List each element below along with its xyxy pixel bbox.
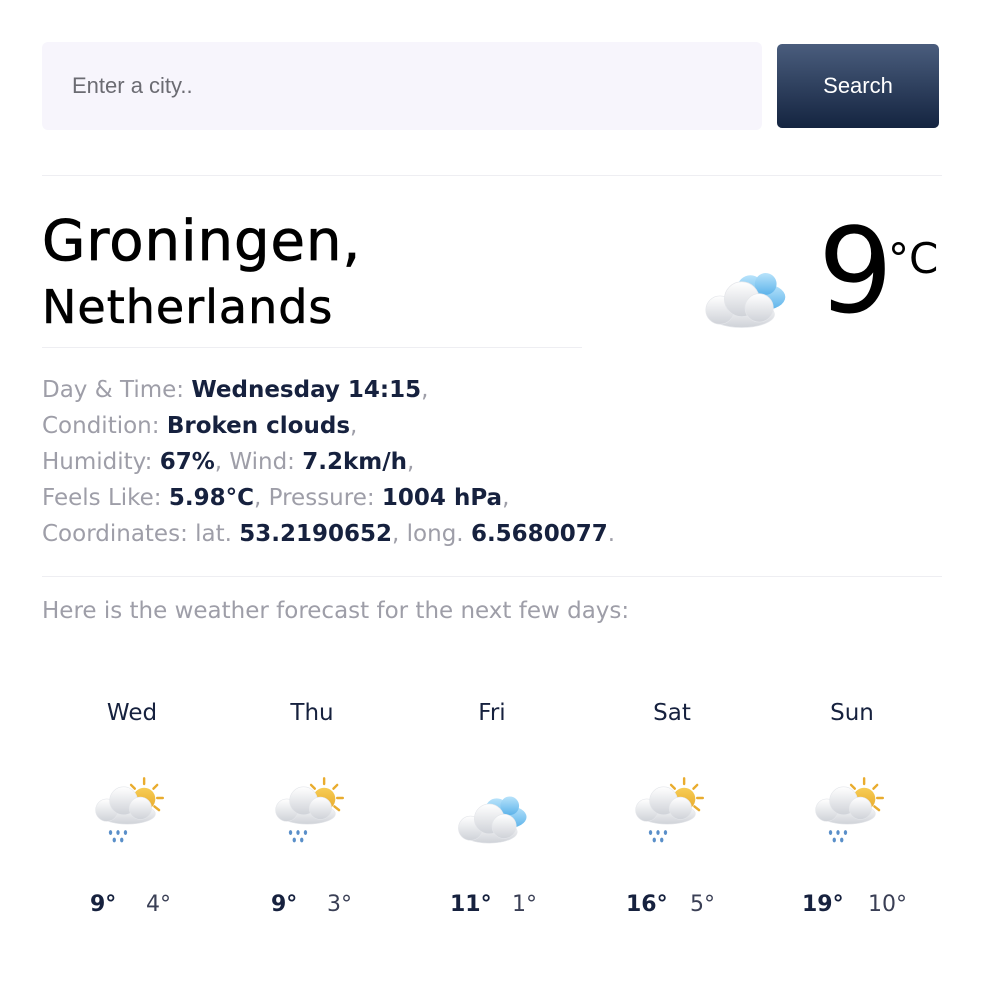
detail-coordinates: Coordinates: lat. 53.2190652, long. 6.56… <box>42 521 616 547</box>
day-name: Fri <box>478 700 506 726</box>
day-name: Thu <box>290 700 334 726</box>
sun-cloud-rain-icon <box>814 777 885 844</box>
feels-like-value: 5.98°C <box>168 485 255 511</box>
forecast-day: Fri 11° 1° <box>402 700 582 940</box>
forecast-day: Sun 19° 10° <box>762 700 942 940</box>
location-title: Groningen, Netherlands <box>42 209 602 334</box>
sun-cloud-rain-icon <box>94 777 165 844</box>
high-temp: 19° <box>802 892 844 917</box>
country-name: Netherlands <box>42 280 334 334</box>
low-temp: 4° <box>146 892 171 917</box>
sun-cloud-rain-icon <box>274 777 345 844</box>
label: Pressure: <box>268 485 375 511</box>
forecast-day: Thu 9° 3° <box>222 700 402 940</box>
weather-details: Day & Time: Wednesday 14:15, Condition: … <box>42 372 615 552</box>
search-button[interactable]: Search <box>777 44 939 128</box>
high-temp: 9° <box>90 892 117 917</box>
broken-clouds-icon <box>458 796 527 844</box>
condition-value: Broken clouds <box>166 413 351 439</box>
broken-clouds-icon <box>705 272 786 328</box>
label: long. <box>406 521 464 547</box>
detail-feels-pressure: Feels Like: 5.98°C, Pressure: 1004 hPa, <box>42 485 510 511</box>
detail-day-time: Day & Time: Wednesday 14:15, <box>42 377 429 403</box>
city-name: Groningen, <box>42 209 362 274</box>
high-temp: 11° <box>450 892 492 917</box>
low-temp: 1° <box>512 892 537 917</box>
label: Feels Like: <box>42 485 162 511</box>
label: Day & Time: <box>42 377 185 403</box>
divider <box>42 347 582 348</box>
latitude-value: 53.2190652 <box>239 521 393 547</box>
wind-value: 7.2km/h <box>302 449 408 475</box>
label: Humidity: <box>42 449 153 475</box>
day-name: Wed <box>106 700 158 726</box>
detail-condition: Condition: Broken clouds, <box>42 413 358 439</box>
low-temp: 5° <box>690 892 715 917</box>
label: Condition: <box>42 413 160 439</box>
temperature-unit: °C <box>888 234 939 283</box>
low-temp: 3° <box>327 892 352 917</box>
forecast-day: Sat 16° 5° <box>582 700 762 940</box>
forecast-day: Wed 9° 4° <box>42 700 222 940</box>
detail-humidity-wind: Humidity: 67%, Wind: 7.2km/h, <box>42 449 415 475</box>
divider <box>42 175 942 176</box>
sun-cloud-rain-icon <box>634 777 705 844</box>
day-name: Sun <box>830 700 874 726</box>
day-name: Sat <box>653 700 691 726</box>
weather-card: Search Groningen, Netherlands 9 °C Day &… <box>0 0 984 1004</box>
label: Coordinates: lat. <box>42 521 232 547</box>
pressure-value: 1004 hPa <box>381 485 503 511</box>
longitude-value: 6.5680077 <box>470 521 608 547</box>
divider <box>42 576 942 577</box>
high-temp: 16° <box>626 892 668 917</box>
forecast-list: Wed 9° 4° Thu 9° 3° Fri 11° 1° Sat 16° 5… <box>42 700 942 940</box>
humidity-value: 67% <box>159 449 215 475</box>
label: Wind: <box>229 449 295 475</box>
search-bar: Search <box>42 42 940 130</box>
current-temperature: 9 <box>818 202 893 340</box>
forecast-intro: Here is the weather forecast for the nex… <box>42 598 630 624</box>
high-temp: 9° <box>271 892 298 917</box>
day-time-value: Wednesday 14:15 <box>191 377 422 403</box>
low-temp: 10° <box>868 892 907 917</box>
city-search-input[interactable] <box>42 42 762 130</box>
